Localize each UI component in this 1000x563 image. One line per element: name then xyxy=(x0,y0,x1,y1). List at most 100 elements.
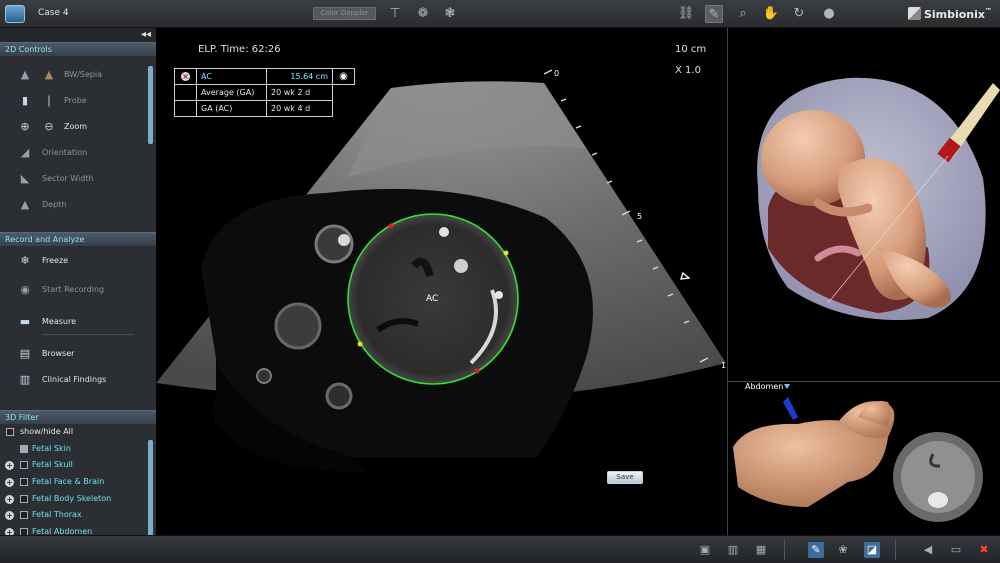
fetal-face-brain-label: Fetal Face & Brain xyxy=(32,477,105,487)
show-hide-all-row[interactable]: show/hide All xyxy=(0,424,156,441)
visibility-cell[interactable]: ◉ xyxy=(332,68,355,85)
probe-cursor-icon[interactable]: ✎ xyxy=(705,5,723,23)
probe-tool-icon[interactable]: ⊤ xyxy=(386,5,404,23)
fetus-3d-view[interactable] xyxy=(728,28,1000,381)
measurement-name: AC xyxy=(196,68,267,85)
table-row: × AC 15.64 cm ◉ xyxy=(174,68,355,85)
fetal-skull-label: Fetal Skull xyxy=(32,460,73,470)
ellipse-handle[interactable] xyxy=(388,223,394,229)
fetal-face-brain-checkbox[interactable] xyxy=(20,478,28,487)
probe-left-icon[interactable]: ▮ xyxy=(18,94,32,108)
zoom-in-icon[interactable]: ⊕ xyxy=(18,120,32,134)
delete-cell[interactable]: × xyxy=(174,68,197,85)
pan-hand-icon[interactable]: ✋ xyxy=(762,5,780,23)
section-3d-filter[interactable]: 3D Filter xyxy=(0,410,156,424)
zoom-control[interactable]: ⊕ ⊖ Zoom xyxy=(0,114,156,140)
record-icon: ◉ xyxy=(20,283,30,296)
filter-fetal-face-brain[interactable]: + Fetal Face & Brain xyxy=(0,474,156,491)
expand-plus-icon[interactable]: + xyxy=(5,461,14,471)
fetus-3d-render xyxy=(757,77,1000,320)
color-doppler-button[interactable]: Color Doppler xyxy=(313,7,376,20)
bw-sepia-control[interactable]: ▲ ▲ BW/Sepia xyxy=(0,62,156,88)
zoom-dropdown-icon[interactable]: ● xyxy=(820,5,838,23)
folder-icon[interactable]: ▭ xyxy=(948,542,964,558)
zoom-readout: X 1.0 xyxy=(675,65,701,76)
browser-control[interactable]: ▤ Browser xyxy=(0,341,156,367)
fetus-view-icon[interactable]: ❀ xyxy=(835,542,851,558)
probe-view-icon[interactable]: ✎ xyxy=(808,542,824,558)
depth-label: Depth xyxy=(42,200,67,209)
fetal-skull-checkbox[interactable] xyxy=(20,461,28,470)
rib-echo xyxy=(454,259,468,273)
bw-icon[interactable]: ▲ xyxy=(18,68,32,82)
zoom-icon[interactable]: ⌕ xyxy=(734,5,752,23)
fetus-rotate-icon[interactable]: ❃ xyxy=(441,5,459,23)
ultrasound-view[interactable]: AC 0 5 1 ELP. Time: 62:26 10 cm X 1.0 × … xyxy=(156,28,727,535)
browser-label: Browser xyxy=(42,349,75,358)
measurement-value: 20 wk 2 d xyxy=(266,84,333,101)
fetal-thorax-checkbox[interactable] xyxy=(20,511,28,520)
filter-fetal-body-skeleton[interactable]: + Fetal Body Skeleton xyxy=(0,491,156,508)
expand-plus-icon[interactable]: + xyxy=(5,478,14,488)
probe-control[interactable]: ▮ ❘ Probe xyxy=(0,88,156,114)
sector-width-control[interactable]: ◣ Sector Width xyxy=(0,166,156,192)
layout-split-icon[interactable]: ▥ xyxy=(725,542,741,558)
section-record-analyze[interactable]: Record and Analyze xyxy=(0,232,156,246)
depth-control[interactable]: ▲ Depth xyxy=(0,192,156,218)
scale-label-10: 1 xyxy=(721,361,726,370)
eye-icon[interactable]: ◉ xyxy=(339,71,348,82)
start-recording-control[interactable]: ◉ Start Recording xyxy=(0,277,156,303)
zoom-out-icon[interactable]: ⊖ xyxy=(42,120,56,134)
focus-marker-icon[interactable] xyxy=(680,271,691,280)
save-button[interactable]: Save xyxy=(607,471,643,484)
controls-2d-list: ▲ ▲ BW/Sepia ▮ ❘ Probe ⊕ ⊖ Zoom ◢ Orient… xyxy=(0,62,156,232)
ellipse-handle[interactable] xyxy=(357,341,363,347)
rotate-icon[interactable]: ↻ xyxy=(790,5,808,23)
ellipse-handle[interactable] xyxy=(503,250,509,256)
clinical-findings-label: Clinical Findings xyxy=(42,375,107,384)
browser-icon: ▤ xyxy=(19,347,31,360)
ellipse-handle[interactable] xyxy=(474,368,480,374)
measure-control[interactable]: ▬ Measure xyxy=(0,309,156,335)
link-icon[interactable]: ⛓ xyxy=(677,5,695,23)
ruler-icon: ▬ xyxy=(19,315,31,328)
sound-icon[interactable]: ◀ xyxy=(920,542,936,558)
bone-echo xyxy=(495,291,503,299)
clinical-findings-control[interactable]: ▥ Clinical Findings xyxy=(0,367,156,393)
findings-icon: ▥ xyxy=(19,373,31,386)
freeze-control[interactable]: ❄ Freeze xyxy=(0,248,156,274)
fetal-body-skeleton-checkbox[interactable] xyxy=(20,494,28,503)
fetal-skin-label: Fetal Skin xyxy=(32,443,71,453)
probe-pointer-icon xyxy=(784,384,790,389)
left-panel: ◂◂ 2D Controls ▲ ▲ BW/Sepia ▮ ❘ Probe ⊕ … xyxy=(0,28,156,540)
show-hide-all-checkbox[interactable] xyxy=(6,428,14,436)
close-icon[interactable]: ✖ xyxy=(976,542,992,558)
elapsed-time: ELP. Time: 62:26 xyxy=(198,44,281,55)
case-title: Case 4 xyxy=(38,8,69,18)
filter-fetal-thorax[interactable]: + Fetal Thorax xyxy=(0,507,156,524)
sector-width-label: Sector Width xyxy=(42,174,94,183)
layout-triple-icon[interactable]: ▦ xyxy=(753,542,769,558)
layout-single-icon[interactable]: ▣ xyxy=(697,542,713,558)
collapse-panel-icon[interactable]: ◂◂ xyxy=(141,29,151,40)
table-row: Average (GA) 20 wk 2 d xyxy=(174,84,355,101)
orientation-control[interactable]: ◢ Orientation xyxy=(0,140,156,166)
filter-fetal-skin[interactable]: Fetal Skin xyxy=(0,441,156,458)
anatomy-view[interactable]: Abdomen xyxy=(728,382,1000,535)
expand-plus-icon[interactable]: + xyxy=(5,511,14,521)
show-hide-all-label: show/hide All xyxy=(20,427,74,436)
fetal-body-skeleton-label: Fetal Body Skeleton xyxy=(32,493,112,503)
section-2d-controls[interactable]: 2D Controls xyxy=(0,42,156,56)
orientation-icon: ◢ xyxy=(20,146,30,159)
fetal-skin-checkbox[interactable] xyxy=(20,444,28,453)
fetus-view-icon[interactable]: ❁ xyxy=(414,5,432,23)
app-logo-icon[interactable] xyxy=(5,5,25,23)
delete-measurement-icon[interactable]: × xyxy=(181,72,190,81)
sepia-icon[interactable]: ▲ xyxy=(42,68,56,82)
measure-label: Measure xyxy=(42,317,76,326)
filter-fetal-skull[interactable]: + Fetal Skull xyxy=(0,457,156,474)
model-view-icon[interactable]: ◪ xyxy=(864,542,880,558)
collapse-bar: ◂◂ xyxy=(0,28,156,42)
probe-right-icon[interactable]: ❘ xyxy=(42,94,56,108)
expand-plus-icon[interactable]: + xyxy=(5,494,14,504)
